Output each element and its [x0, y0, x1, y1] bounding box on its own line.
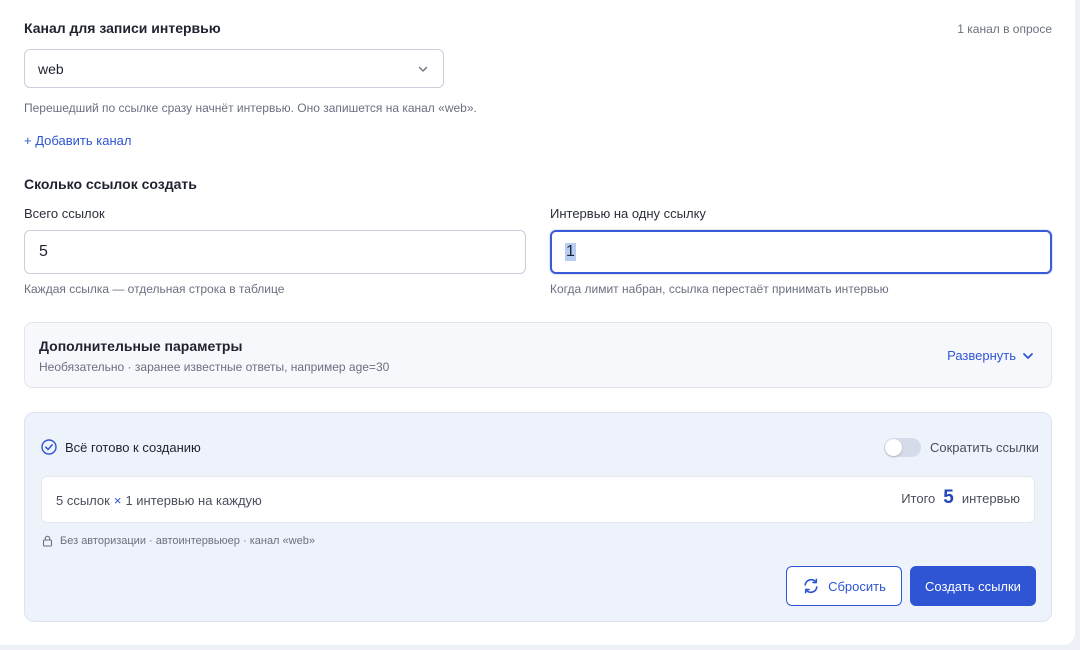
total-value: 5 [943, 487, 954, 508]
total-links-hint: Каждая ссылка — отдельная строка в табли… [24, 282, 285, 296]
per-link-label: Интервью на одну ссылку [550, 206, 706, 221]
calculation-box: 5 ссылок × 1 интервью на каждую Итого 5 … [41, 476, 1035, 523]
calc-per-link: 1 интервью на каждую [125, 493, 262, 508]
multiply-icon: × [113, 493, 122, 508]
channel-select[interactable]: web [24, 49, 444, 88]
chevron-down-icon [418, 66, 428, 72]
extra-params-title: Дополнительные параметры [39, 338, 243, 354]
reset-button[interactable]: Сбросить [786, 566, 902, 606]
reset-label: Сбросить [828, 578, 886, 594]
per-link-hint: Когда лимит набран, ссылка перестаёт при… [550, 282, 889, 296]
check-circle-icon [41, 439, 57, 455]
shorten-links-label: Сократить ссылки [930, 440, 1039, 455]
total-interviews: Итого 5 интервью [901, 487, 1020, 509]
ready-status: Всё готово к созданию [41, 439, 201, 455]
calc-links: 5 ссылок [56, 493, 110, 508]
total-links-input[interactable]: 5 [24, 230, 526, 274]
total-links-value: 5 [39, 243, 48, 260]
per-link-value: 1 [565, 243, 576, 261]
meta-info: Без авторизации · автоинтервьюер · канал… [42, 535, 315, 547]
channel-count: 1 канал в опросе [957, 22, 1052, 36]
summary-panel: Всё готово к созданию Сократить ссылки 5… [24, 412, 1052, 622]
toggle-knob [885, 439, 902, 456]
total-links-label: Всего ссылок [24, 206, 105, 221]
extra-params-panel[interactable]: Дополнительные параметры Необязательно ·… [24, 322, 1052, 388]
shorten-links-toggle[interactable] [884, 438, 921, 457]
create-links-button[interactable]: Создать ссылки [910, 566, 1036, 606]
calculation-formula: 5 ссылок × 1 интервью на каждую [56, 493, 262, 508]
lock-icon [42, 535, 53, 547]
expand-label: Развернуть [947, 348, 1016, 363]
meta-text: Без авторизации · автоинтервьюер · канал… [60, 535, 315, 547]
channel-select-value: web [38, 60, 64, 77]
refresh-icon [804, 578, 818, 594]
channel-hint: Перешедший по ссылке сразу начнёт интерв… [24, 101, 477, 115]
channel-section-title: Канал для записи интервью [24, 20, 221, 36]
chevron-down-icon [1023, 352, 1033, 359]
expand-button[interactable]: Развернуть [947, 348, 1034, 363]
link-generator-card: Канал для записи интервью 1 канал в опро… [0, 0, 1075, 645]
add-channel-link[interactable]: + Добавить канал [24, 133, 131, 148]
extra-params-subtitle: Необязательно · заранее известные ответы… [39, 360, 390, 374]
total-suffix: интервью [961, 491, 1020, 506]
ready-label: Всё готово к созданию [65, 439, 201, 455]
total-prefix: Итого [901, 491, 936, 506]
links-section-title: Сколько ссылок создать [24, 176, 197, 192]
per-link-input[interactable]: 1 [550, 230, 1052, 274]
